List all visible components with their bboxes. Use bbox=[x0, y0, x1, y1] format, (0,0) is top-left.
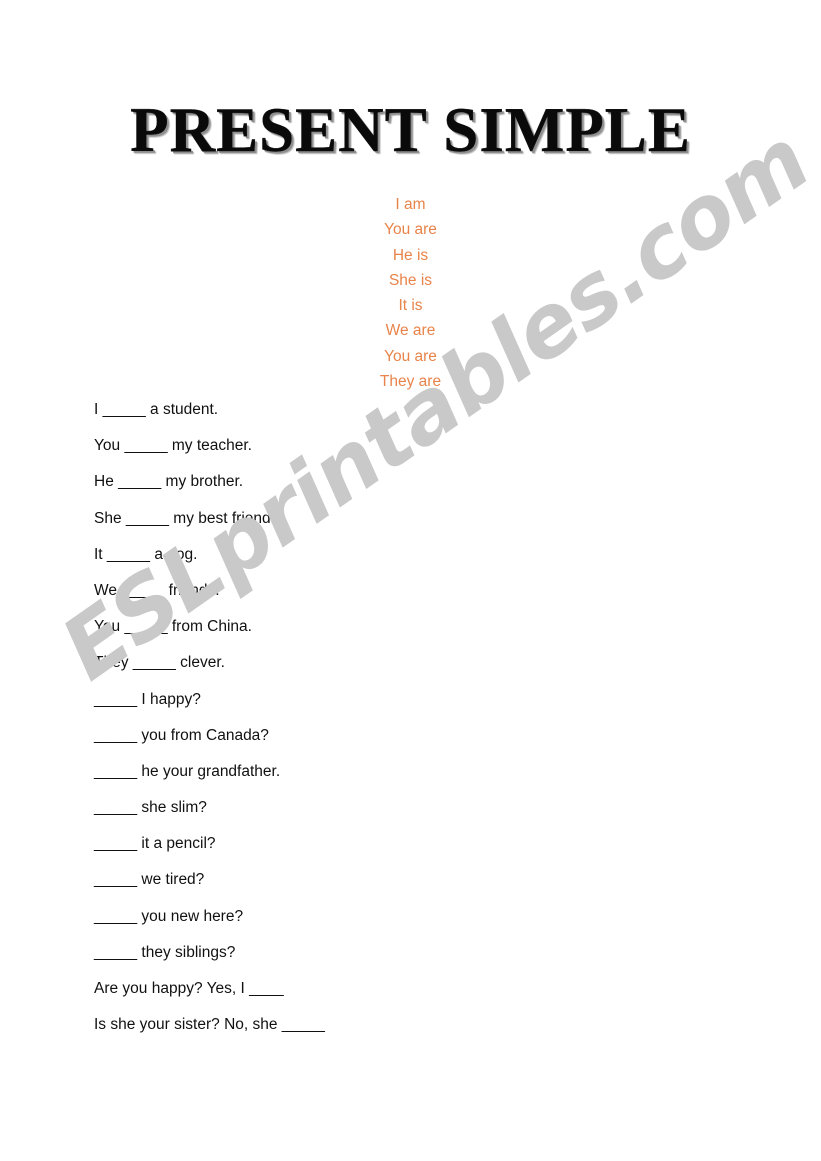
exercise-line: Are you happy? Yes, I ____ bbox=[94, 980, 284, 997]
worksheet-page: PRESENT SIMPLE I am You are He is She is… bbox=[0, 0, 821, 1161]
exercise-line: _____ you from Canada? bbox=[94, 726, 269, 744]
exercise-line: You _____ from China. bbox=[94, 618, 252, 636]
exercise-line: He _____ my brother. bbox=[94, 473, 244, 491]
exercise-line: _____ it a pencil? bbox=[94, 835, 216, 853]
exercise-list: I _____ a student. You _____ my teacher.… bbox=[94, 392, 654, 1043]
verb-line: They are bbox=[379, 373, 442, 391]
exercise-line: _____ you new here? bbox=[94, 907, 244, 925]
exercise-line: It _____ a dog. bbox=[94, 545, 198, 563]
exercise-line: _____ they siblings? bbox=[94, 943, 236, 961]
verb-line: You are bbox=[384, 221, 437, 239]
exercise-line: _____ he your grandfather. bbox=[94, 762, 281, 780]
exercise-line: I _____ a student. bbox=[94, 401, 219, 418]
exercise-line: We _____ friends. bbox=[94, 581, 220, 599]
exercise-line: They _____ clever. bbox=[94, 654, 225, 672]
verb-line: She is bbox=[388, 271, 433, 289]
exercise-line: She _____ my best friend. bbox=[94, 509, 275, 527]
exercise-line: _____ she slim? bbox=[94, 799, 207, 817]
verb-line: He is bbox=[392, 246, 429, 264]
page-title: PRESENT SIMPLE bbox=[130, 95, 691, 165]
exercise-line: _____ I happy? bbox=[94, 690, 201, 708]
exercise-line: Is she your sister? No, she _____ bbox=[94, 1016, 325, 1034]
verb-line: I am bbox=[395, 196, 426, 213]
verb-conjugation-list: I am You are He is She is It is We are Y… bbox=[0, 192, 821, 394]
verb-line: You are bbox=[384, 347, 437, 365]
verb-line: We are bbox=[385, 322, 436, 340]
exercise-line: You _____ my teacher. bbox=[94, 437, 252, 455]
verb-line: It is bbox=[398, 297, 423, 315]
exercise-line: _____ we tired? bbox=[94, 871, 205, 889]
